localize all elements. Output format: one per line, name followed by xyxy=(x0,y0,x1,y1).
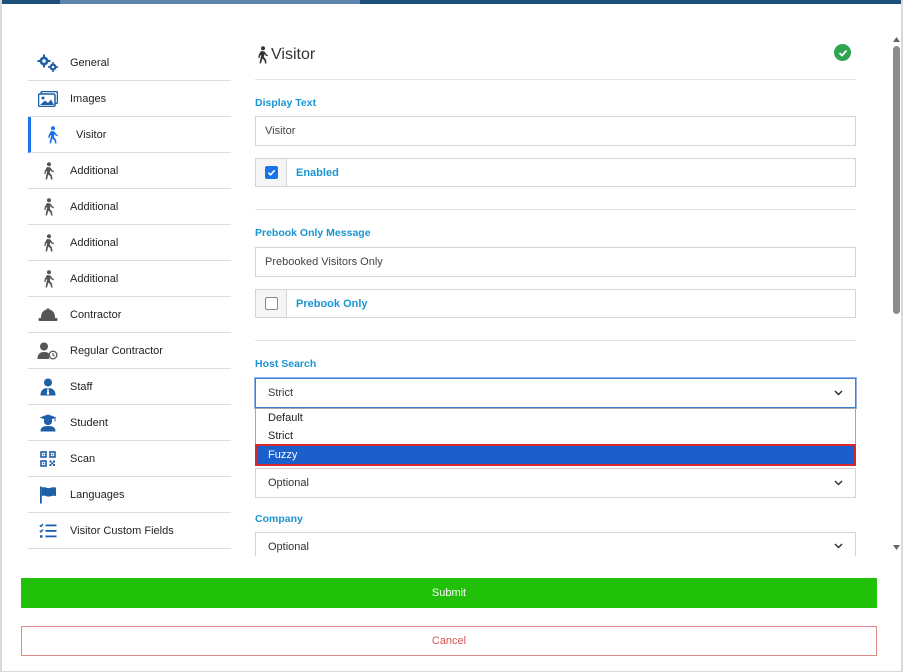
chevron-down-icon xyxy=(833,541,843,551)
scrollbar[interactable] xyxy=(891,34,901,552)
sidebar-item-visitor[interactable]: Visitor xyxy=(28,117,231,153)
cancel-button[interactable]: Cancel xyxy=(21,626,877,656)
graduate-icon xyxy=(28,414,68,432)
sidebar-item-label: Images xyxy=(70,92,107,105)
sidebar-item-visitor-custom-fields[interactable]: Visitor Custom Fields xyxy=(28,513,231,549)
sidebar-item-scan[interactable]: Scan xyxy=(28,441,231,477)
enabled-checkbox-row[interactable]: Enabled xyxy=(255,158,856,187)
sidebar-item-label: Visitor Custom Fields xyxy=(70,524,174,537)
check-circle-icon xyxy=(834,44,851,61)
sidebar-item-label: Visitor xyxy=(76,128,107,141)
divider xyxy=(255,340,856,341)
company-select[interactable]: Optional xyxy=(255,532,856,556)
enabled-checkbox[interactable] xyxy=(264,166,278,179)
page-title: Visitor xyxy=(255,46,315,64)
sidebar-item-languages[interactable]: Languages xyxy=(28,477,231,513)
sidebar-item-label: Contractor xyxy=(70,308,122,321)
sidebar-item-general[interactable]: General xyxy=(28,45,231,81)
host-search-option-strict[interactable]: Strict xyxy=(256,427,855,445)
sidebar-item-label: Languages xyxy=(70,488,125,501)
display-text-label: Display Text xyxy=(255,97,317,109)
sidebar-item-label: Additional xyxy=(70,272,119,285)
sidebar-item-additional-2[interactable]: Additional xyxy=(28,189,231,225)
chevron-down-icon xyxy=(833,478,843,488)
flag-icon xyxy=(28,486,68,504)
walking-person-icon xyxy=(28,233,68,252)
sidebar-item-staff[interactable]: Staff xyxy=(28,369,231,405)
window-left-edge xyxy=(0,0,2,672)
walking-person-icon xyxy=(258,46,268,64)
hard-hat-icon xyxy=(28,308,68,322)
sidebar-item-regular-contractor[interactable]: Regular Contractor xyxy=(28,333,231,369)
walking-person-icon xyxy=(28,197,68,216)
sidebar-item-label: Staff xyxy=(70,380,93,393)
sidebar-item-label: Additional xyxy=(70,164,119,177)
prebook-only-checkbox-cell[interactable] xyxy=(256,290,287,317)
prebook-only-checkbox[interactable] xyxy=(264,297,278,310)
walking-person-icon xyxy=(28,161,68,180)
submit-button[interactable]: Submit xyxy=(21,578,877,608)
page-title-text: Visitor xyxy=(271,46,316,63)
optional-field-select[interactable]: Optional xyxy=(255,468,856,498)
qr-code-icon xyxy=(28,450,68,467)
sidebar-item-additional-4[interactable]: Additional xyxy=(28,261,231,297)
optional-field-value: Optional xyxy=(268,477,309,489)
display-text-input[interactable]: Visitor xyxy=(255,116,856,146)
divider xyxy=(255,79,856,80)
sidebar-item-label: General xyxy=(70,56,110,69)
scroll-down-arrow-icon[interactable] xyxy=(891,542,901,552)
sidebar-item-additional-1[interactable]: Additional xyxy=(28,153,231,189)
company-label: Company xyxy=(255,513,303,525)
checklist-icon xyxy=(28,523,68,539)
sidebar-item-additional-3[interactable]: Additional xyxy=(28,225,231,261)
enabled-checkbox-cell[interactable] xyxy=(256,159,287,186)
window-top-strip xyxy=(0,0,903,4)
images-icon xyxy=(28,90,68,107)
walking-person-icon xyxy=(28,269,68,288)
sidebar-item-label: Scan xyxy=(70,452,96,465)
scrollbar-thumb[interactable] xyxy=(893,46,900,314)
sidebar-item-images[interactable]: Images xyxy=(28,81,231,117)
host-search-option-default[interactable]: Default xyxy=(256,409,855,427)
prebook-message-input[interactable]: Prebooked Visitors Only xyxy=(255,247,856,277)
divider xyxy=(255,209,856,210)
walking-person-icon xyxy=(31,125,72,144)
prebook-only-checkbox-row[interactable]: Prebook Only xyxy=(255,289,856,318)
enabled-label: Enabled xyxy=(296,166,339,179)
company-value: Optional xyxy=(268,541,309,553)
user-clock-icon xyxy=(28,342,68,360)
gears-icon xyxy=(28,54,68,72)
prebook-only-label: Prebook Only xyxy=(296,297,368,310)
sidebar-item-label: Regular Contractor xyxy=(70,344,163,357)
chevron-down-icon xyxy=(833,388,843,398)
host-search-select[interactable]: Strict xyxy=(255,378,856,408)
host-search-options-list: Default Strict Fuzzy xyxy=(255,408,856,466)
settings-sidebar: General Images Visitor Additional Additi… xyxy=(28,45,231,549)
prebook-message-label: Prebook Only Message xyxy=(255,227,371,239)
scroll-up-arrow-icon[interactable] xyxy=(891,34,901,44)
sidebar-item-contractor[interactable]: Contractor xyxy=(28,297,231,333)
sidebar-item-student[interactable]: Student xyxy=(28,405,231,441)
sidebar-item-label: Additional xyxy=(70,200,119,213)
sidebar-item-label: Student xyxy=(70,416,108,429)
checkmark-icon xyxy=(267,169,275,176)
sidebar-item-label: Additional xyxy=(70,236,119,249)
host-search-label: Host Search xyxy=(255,358,317,370)
host-search-option-fuzzy[interactable]: Fuzzy xyxy=(255,444,856,466)
host-search-value: Strict xyxy=(268,387,294,399)
user-tie-icon xyxy=(28,378,68,396)
